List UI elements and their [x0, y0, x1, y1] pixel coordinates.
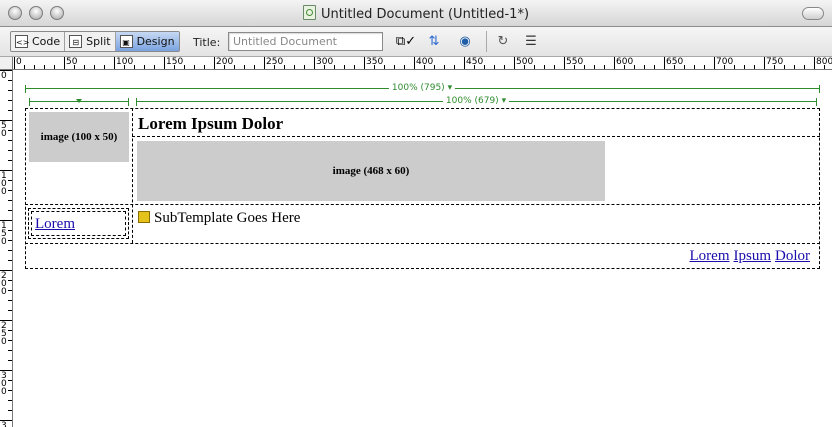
view-options-icon[interactable]: ☰ — [520, 33, 542, 50]
outer-table-width-indicator[interactable]: 100% (795) ▾ — [25, 83, 820, 94]
title-field-label: Title: — [193, 36, 221, 49]
ruler-label: 100 — [1, 171, 7, 197]
design-view-canvas[interactable]: 100% (795) ▾ 100% (679) ▾ image (100 x 5… — [14, 70, 832, 427]
ruler-label: 650 — [666, 57, 684, 67]
ruler-label: 250 — [266, 57, 284, 67]
subtemplate-icon — [138, 211, 150, 223]
ruler-label: 550 — [566, 57, 584, 67]
validate-markup-icon[interactable]: ⧉✓ — [393, 33, 419, 50]
outer-width-text: 100% (795) — [391, 83, 445, 93]
vertical-ruler: 0 50 100 150 200 250 300 350 — [0, 70, 13, 427]
subtemplate-text: SubTemplate Goes Here — [154, 210, 301, 226]
ruler-label: 0 — [16, 57, 22, 67]
ruler-label: 450 — [466, 57, 484, 67]
ruler-label: 800 — [816, 57, 832, 67]
split-view-icon: ⊟ — [69, 35, 83, 48]
row-divider-2 — [25, 243, 820, 244]
ruler-label: 400 — [416, 57, 434, 67]
window-title: Untitled Document (Untitled-1*) — [320, 7, 530, 22]
design-view-label: Design — [136, 35, 175, 48]
ruler-label: 50 — [66, 57, 78, 67]
ruler-label: 100 — [116, 57, 134, 67]
ruler-label: 200 — [216, 57, 234, 67]
ruler-label: 200 — [1, 271, 7, 297]
document-toolbar: <> Code ⊟ Split ▣ Design Title: ⧉✓ ⇅ ◉ ↻… — [0, 27, 832, 57]
split-view-button[interactable]: ⊟ Split — [65, 32, 116, 51]
ruler-label: 700 — [716, 57, 734, 67]
file-management-icon[interactable]: ⇅ — [423, 33, 445, 50]
banner-image-label: image (468 x 60) — [332, 165, 410, 177]
ruler-label: 600 — [616, 57, 634, 67]
document-icon — [302, 5, 316, 20]
ruler-label: 50 — [1, 121, 7, 139]
ruler-label: 300 — [1, 371, 7, 397]
ruler-label: 0 — [1, 71, 7, 81]
code-view-label: Code — [32, 35, 61, 48]
row-divider-1 — [25, 204, 820, 205]
footer-link-dolor[interactable]: Dolor — [775, 248, 810, 265]
ruler-label: 350 — [366, 57, 384, 67]
ruler-label: 750 — [766, 57, 784, 67]
code-view-button[interactable]: <> Code — [11, 32, 66, 51]
nav-link-lorem[interactable]: Lorem — [35, 216, 75, 233]
banner-image-placeholder[interactable]: image (468 x 60) — [137, 141, 605, 201]
footer-link-lorem[interactable]: Lorem — [690, 248, 730, 265]
heading-row-divider — [132, 136, 820, 137]
code-view-icon: <> — [15, 35, 29, 48]
left-column-menu-arrow[interactable] — [76, 99, 82, 103]
left-image-label: image (100 x 50) — [40, 131, 118, 143]
toolbar-toggle-button[interactable] — [802, 7, 824, 20]
ruler-corner[interactable] — [0, 57, 13, 69]
window-title-wrap: Untitled Document (Untitled-1*) — [0, 5, 832, 22]
toolbar-separator — [486, 31, 487, 52]
view-switcher: <> Code ⊟ Split ▣ Design — [10, 31, 180, 52]
ruler-label: 500 — [516, 57, 534, 67]
split-view-label: Split — [86, 35, 111, 48]
inner-width-label: 100% (679) ▾ — [442, 96, 510, 107]
ruler-label: 150 — [166, 57, 184, 67]
ruler-label: 350 — [1, 421, 7, 427]
outer-width-label: 100% (795) ▾ — [388, 83, 456, 94]
ruler-label: 250 — [1, 321, 7, 347]
title-field[interactable] — [228, 32, 383, 51]
page-heading: Lorem Ipsum Dolor — [138, 114, 284, 133]
horizontal-ruler: 0 50 100 150 200 250 300 350 400 450 500 550 600 650 7… — [0, 57, 832, 70]
column-divider-top — [132, 108, 133, 243]
refresh-icon[interactable]: ↻ — [494, 33, 512, 50]
inner-width-text: 100% (679) — [445, 96, 499, 106]
left-column-width-indicator[interactable] — [29, 96, 129, 107]
footer-links: Lorem Ipsum Dolor — [690, 248, 810, 265]
ruler-label: 300 — [316, 57, 334, 67]
subtemplate-region[interactable]: SubTemplate Goes Here — [138, 210, 300, 227]
design-view-button[interactable]: ▣ Design — [115, 32, 179, 51]
inner-column-width-indicator[interactable]: 100% (679) ▾ — [136, 96, 817, 107]
ruler-label: 150 — [1, 221, 7, 247]
left-image-placeholder[interactable]: image (100 x 50) — [29, 112, 129, 162]
window-titlebar: Untitled Document (Untitled-1*) — [0, 0, 832, 27]
preview-in-browser-icon[interactable]: ◉ — [454, 33, 476, 50]
design-view-icon: ▣ — [119, 35, 133, 48]
footer-link-ipsum[interactable]: Ipsum — [734, 248, 772, 265]
